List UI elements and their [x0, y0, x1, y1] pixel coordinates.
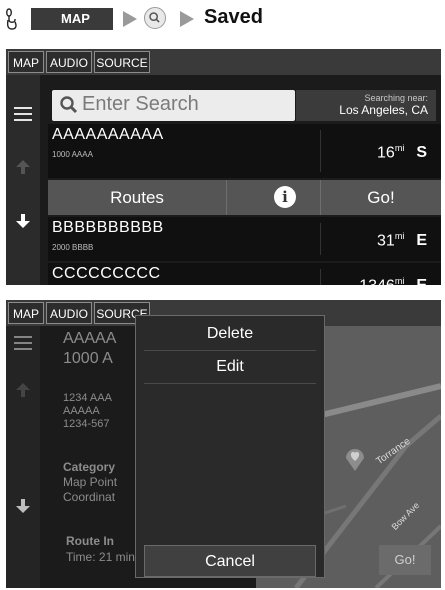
edit-button[interactable]: Edit — [144, 351, 316, 384]
search-placeholder: Enter Search — [82, 93, 199, 115]
search-icon — [144, 7, 166, 29]
detail-address-line: AAAAA — [63, 405, 100, 417]
left-rail — [6, 75, 40, 285]
voice-command-icon — [6, 8, 17, 30]
step-arrow-icon — [123, 11, 137, 27]
cancel-button[interactable]: Cancel — [144, 545, 316, 577]
detail-category-label: Category — [63, 460, 116, 474]
detail-category-line: Coordinat — [63, 490, 116, 504]
info-icon[interactable]: i — [274, 186, 296, 208]
tab-source[interactable]: SOURCE — [94, 51, 150, 73]
searching-near-label: Searching near: — [364, 93, 428, 103]
detail-subtitle: 1000 A — [63, 350, 113, 367]
result-distance: 31mi E — [377, 231, 427, 250]
result-address: 1000 AAAA — [52, 150, 93, 159]
options-popup: Delete Edit Cancel — [135, 315, 325, 578]
left-rail — [6, 326, 40, 588]
step-arrow-icon — [180, 11, 194, 27]
top-tab-bar: MAP AUDIO SOURCE — [6, 49, 441, 75]
detail-address-line: 1234-567 — [63, 418, 110, 430]
tab-map[interactable]: MAP — [8, 51, 44, 73]
saved-detail-screen: MAP AUDIO SOURCE AAAAA 1000 A 1234 AAA A… — [6, 300, 441, 588]
step-saved-label: Saved — [204, 6, 263, 28]
tab-audio[interactable]: AUDIO — [46, 51, 92, 73]
detail-route-time: Time: 21 min — [66, 550, 135, 564]
list-item[interactable]: AAAAAAAAAA 1000 AAAA 16mi S — [48, 124, 441, 178]
scroll-up-icon[interactable] — [15, 382, 31, 398]
scroll-up-icon[interactable] — [15, 159, 31, 175]
search-icon — [60, 96, 78, 114]
detail-category-line: Map Point — [63, 475, 118, 489]
result-distance: 1346miE — [359, 276, 427, 285]
result-name: AAAAAAAAAA — [52, 126, 164, 143]
detail-route-label: Route In — [66, 534, 114, 548]
go-button[interactable]: Go! — [321, 180, 441, 215]
menu-icon[interactable] — [14, 336, 32, 354]
list-item[interactable]: CCCCCCCCC 1346miE — [48, 263, 441, 285]
result-address: 2000 BBBB — [52, 243, 94, 252]
tab-map[interactable]: MAP — [8, 302, 44, 324]
tab-audio[interactable]: AUDIO — [46, 302, 92, 324]
menu-icon[interactable] — [14, 107, 32, 125]
search-input[interactable]: Enter Search — [52, 90, 295, 121]
go-button[interactable]: Go! — [379, 545, 431, 575]
result-name: BBBBBBBBBB — [52, 219, 164, 236]
detail-address-line: 1234 AAA — [63, 392, 112, 404]
list-item[interactable]: BBBBBBBBBB 2000 BBBB 31mi E — [48, 217, 441, 261]
scroll-down-icon[interactable] — [15, 213, 31, 229]
detail-title: AAAAA — [63, 330, 117, 347]
delete-button[interactable]: Delete — [144, 318, 316, 351]
routes-button[interactable]: Routes — [48, 180, 226, 215]
result-name: CCCCCCCCC — [52, 265, 161, 282]
favorite-pin-icon — [346, 449, 364, 471]
step-instructions: MAP Saved — [0, 0, 445, 38]
result-distance: 16mi S — [377, 143, 427, 162]
scroll-down-icon[interactable] — [15, 498, 31, 514]
saved-list-screen: MAP AUDIO SOURCE Enter Search Searching … — [6, 49, 441, 285]
map-button-step: MAP — [31, 8, 113, 30]
searching-near-button[interactable]: Searching near: Los Angeles, CA — [296, 90, 436, 121]
result-action-bar: Routes i Go! — [48, 180, 441, 215]
searching-near-value: Los Angeles, CA — [339, 103, 428, 117]
